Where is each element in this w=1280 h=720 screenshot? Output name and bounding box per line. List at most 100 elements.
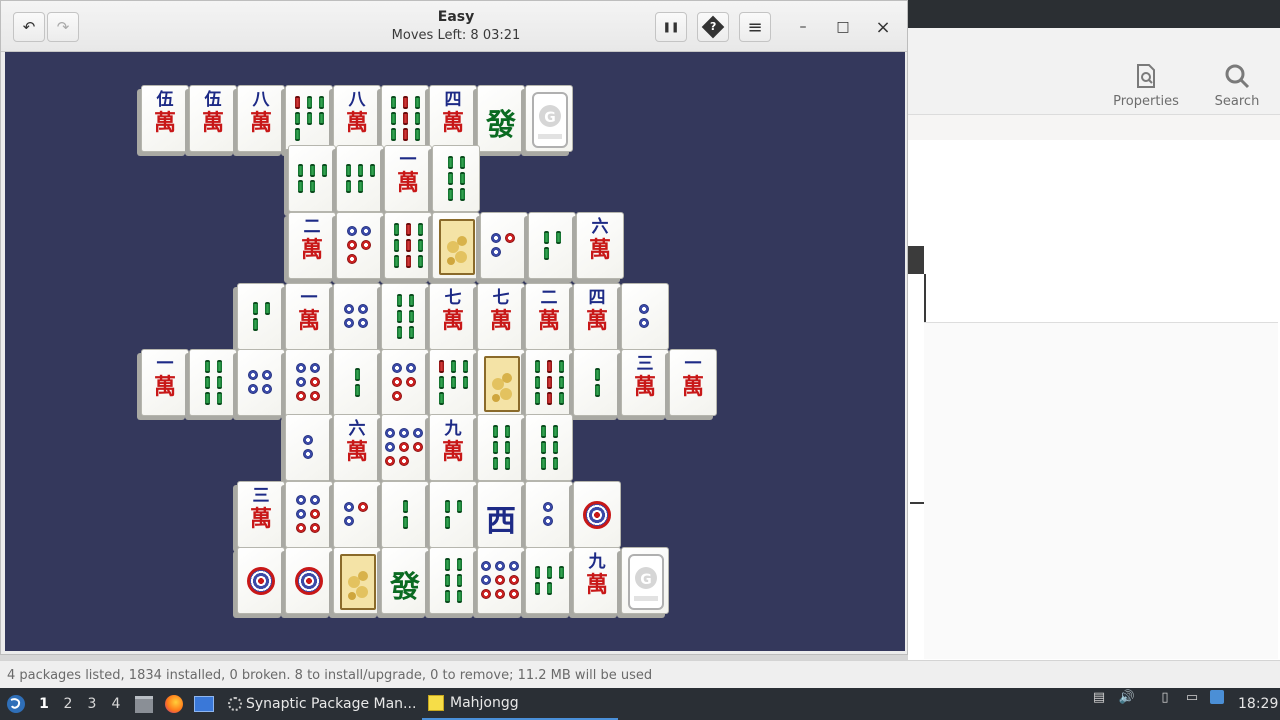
mahjong-tile[interactable]	[473, 547, 525, 618]
mahjong-tile[interactable]	[233, 283, 285, 354]
hint-button[interactable]: ?	[697, 12, 729, 42]
mahjong-tile[interactable]	[425, 349, 477, 420]
mahjong-tile[interactable]	[377, 414, 429, 485]
mahjong-tile[interactable]: 六萬	[329, 414, 381, 485]
mahjong-tile[interactable]: 八萬	[329, 85, 381, 156]
mahjong-tile[interactable]	[284, 145, 336, 216]
mahjong-tile[interactable]	[185, 349, 237, 420]
mahjong-tile[interactable]: 七萬	[425, 283, 477, 354]
mahjong-tile[interactable]: 伍萬	[185, 85, 237, 156]
mahjong-tile[interactable]	[332, 145, 384, 216]
task-mahjongg[interactable]: Mahjongg	[422, 688, 618, 720]
start-menu-button[interactable]	[4, 688, 28, 720]
mahjong-tile[interactable]	[281, 349, 333, 420]
mahjong-tile[interactable]	[521, 547, 573, 618]
mahjong-tile[interactable]	[476, 212, 528, 283]
mahjong-tile[interactable]	[281, 481, 333, 552]
mahjong-tile[interactable]	[281, 547, 333, 618]
search-button[interactable]: Search	[1197, 62, 1277, 109]
minimize-button[interactable]: –	[791, 15, 815, 39]
network-icon[interactable]: ▭	[1183, 688, 1201, 706]
mahjong-tile[interactable]	[521, 481, 573, 552]
volume-icon[interactable]: 🔊	[1118, 688, 1136, 706]
redo-button[interactable]: ↷	[47, 12, 79, 42]
mahjong-tile[interactable]	[569, 349, 621, 420]
mahjong-tile[interactable]: G	[617, 547, 669, 618]
dot-mark	[310, 391, 320, 401]
mahjong-tile[interactable]: 九萬	[569, 547, 621, 618]
mahjong-tile[interactable]: 二萬	[284, 212, 336, 283]
firefox-launcher[interactable]	[163, 688, 185, 720]
updates-icon[interactable]	[1208, 688, 1226, 706]
mahjong-tile[interactable]	[377, 283, 429, 354]
workspace-4[interactable]: 4	[104, 688, 128, 720]
workspace-1[interactable]: 1	[32, 688, 56, 720]
bamboo-pattern	[438, 153, 474, 205]
mahjong-tile[interactable]: 一萬	[665, 349, 717, 420]
dots-pattern	[486, 220, 522, 272]
mahjong-tile[interactable]	[425, 547, 477, 618]
mahjong-tile[interactable]	[233, 547, 285, 618]
menu-button[interactable]: ≡	[739, 12, 771, 42]
mahjong-tile[interactable]: 八萬	[233, 85, 285, 156]
mahjong-tile[interactable]	[524, 212, 576, 283]
undo-button[interactable]: ↶	[13, 12, 45, 42]
tile-face: 發	[477, 85, 525, 152]
tile-face: 九萬	[429, 414, 477, 481]
mahjong-tile[interactable]: 七萬	[473, 283, 525, 354]
mahjong-tile[interactable]	[521, 414, 573, 485]
mahjong-tile[interactable]: 發	[473, 85, 525, 156]
mahjong-tile[interactable]: 一萬	[380, 145, 432, 216]
mahjong-tile[interactable]	[377, 481, 429, 552]
mahjong-tile[interactable]	[569, 481, 621, 552]
properties-button[interactable]: Properties	[1106, 62, 1186, 109]
mahjong-tile[interactable]: 一萬	[281, 283, 333, 354]
bamboo-stick	[447, 187, 453, 201]
close-button[interactable]: ×	[871, 15, 895, 39]
mahjong-tile[interactable]: 伍萬	[137, 85, 189, 156]
mahjong-tile[interactable]: 一萬	[137, 349, 189, 420]
mahjong-tile[interactable]: 發	[377, 547, 429, 618]
tray-keyboard-icon[interactable]: ▤	[1090, 688, 1108, 706]
mahjong-tile[interactable]	[428, 145, 480, 216]
synaptic-window: Properties Search	[908, 28, 1280, 660]
mahjong-tile[interactable]: 四萬	[425, 85, 477, 156]
file-manager-launcher[interactable]	[134, 688, 154, 720]
bamboo-stick	[450, 375, 456, 389]
workspace-2[interactable]: 2	[56, 688, 80, 720]
mahjong-tile[interactable]	[329, 283, 381, 354]
bamboo-stick	[552, 440, 558, 454]
mahjong-tile[interactable]: 西	[473, 481, 525, 552]
mahjong-tile[interactable]: 六萬	[572, 212, 624, 283]
mahjong-tile[interactable]	[425, 481, 477, 552]
mahjong-tile[interactable]: 三萬	[617, 349, 669, 420]
tile-face	[573, 349, 621, 416]
mahjong-tile[interactable]	[428, 212, 480, 283]
mahjong-tile[interactable]: 二萬	[521, 283, 573, 354]
mahjong-tile[interactable]: 九萬	[425, 414, 477, 485]
mahjong-tile[interactable]	[377, 85, 429, 156]
mahjong-tile[interactable]	[521, 349, 573, 420]
mahjong-tile[interactable]	[281, 414, 333, 485]
mahjong-tile[interactable]	[377, 349, 429, 420]
clipboard-icon[interactable]: ▯	[1156, 688, 1174, 706]
mahjong-tile[interactable]	[332, 212, 384, 283]
mahjong-tile[interactable]: 四萬	[569, 283, 621, 354]
pause-button[interactable]: ❚❚	[655, 12, 687, 42]
mahjong-tile[interactable]	[233, 349, 285, 420]
mahjong-tile[interactable]	[617, 283, 669, 354]
mahjong-tile[interactable]	[380, 212, 432, 283]
bamboo-pattern	[483, 422, 519, 474]
mahjong-tile[interactable]	[329, 547, 381, 618]
maximize-button[interactable]: □	[831, 15, 855, 39]
mahjong-tile[interactable]	[473, 414, 525, 485]
task-synaptic[interactable]: Synaptic Package Man...	[222, 688, 422, 720]
mahjong-tile[interactable]	[329, 349, 381, 420]
mahjong-tile[interactable]: 三萬	[233, 481, 285, 552]
mahjong-tile[interactable]: G	[521, 85, 573, 156]
workspace-3[interactable]: 3	[80, 688, 104, 720]
show-desktop-launcher[interactable]	[193, 688, 215, 720]
mahjong-tile[interactable]	[473, 349, 525, 420]
mahjong-tile[interactable]	[281, 85, 333, 156]
mahjong-tile[interactable]	[329, 481, 381, 552]
